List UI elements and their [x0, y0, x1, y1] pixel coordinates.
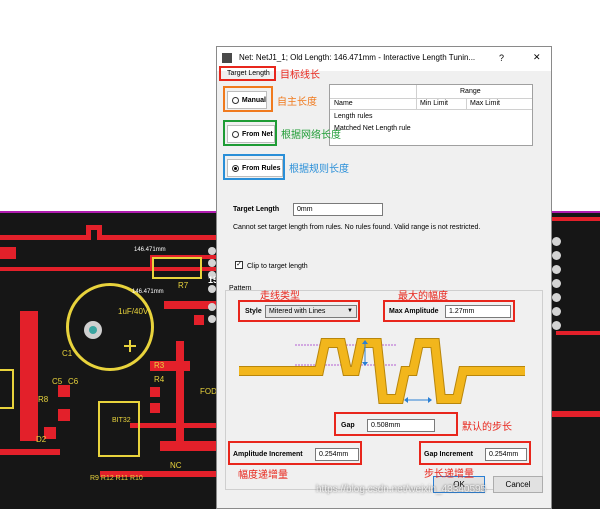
cap-value-label: 1uF/40V [118, 307, 149, 316]
length-label: 146.471mm [134, 247, 166, 253]
watermark: https://blog.csdn.net/weixin_43340595 [316, 484, 487, 495]
smd-pad [58, 385, 70, 397]
column-header-name[interactable]: Name [334, 100, 353, 107]
pad [208, 303, 216, 311]
column-header-min[interactable]: Min Limit [420, 100, 448, 107]
from-rules-highlight [223, 154, 285, 180]
clip-label: Clip to target length [247, 263, 308, 270]
meander-preview [239, 338, 525, 404]
ref-bit32: BIT32 [112, 417, 131, 424]
pad [552, 251, 561, 260]
annotation-manual: 自主长度 [277, 97, 317, 108]
table-divider [466, 98, 467, 109]
dialog-title: Net: NetJ1_1; Old Length: 146.471mm - In… [239, 53, 476, 62]
cancel-button[interactable]: Cancel [493, 476, 543, 493]
annotation-from-net: 根据网络长度 [281, 130, 341, 141]
table-divider [330, 98, 532, 99]
smd-pad [58, 409, 70, 421]
smd-pad [150, 403, 160, 413]
pcb-trace [130, 423, 216, 428]
pad [208, 247, 216, 255]
ref-r8: R8 [38, 395, 49, 404]
pcb-trace [552, 411, 600, 417]
ref-c1: C1 [62, 349, 73, 358]
pcb-trace [97, 235, 217, 240]
app-icon [222, 53, 232, 63]
ref-c5: C5 [52, 377, 63, 386]
target-length-input[interactable]: 0mm [293, 203, 383, 216]
silkscreen-box [152, 257, 202, 279]
ref-fod: FOD [200, 387, 217, 396]
pad [552, 237, 561, 246]
pad [552, 279, 561, 288]
close-button[interactable]: ✕ [533, 52, 541, 63]
pcb-trace [0, 235, 88, 240]
pad [552, 265, 561, 274]
range-header: Range [460, 88, 481, 95]
column-header-max[interactable]: Max Limit [470, 100, 500, 107]
table-row[interactable]: Length rules [334, 113, 373, 120]
cap-silkscreen-ring [66, 283, 154, 371]
amplitude-increment-highlight [228, 441, 362, 465]
smd-pad [194, 315, 204, 325]
annotation-target-length: 目标线长 [280, 70, 320, 81]
table-row[interactable]: Matched Net Length rule [334, 125, 411, 132]
max-amplitude-highlight [383, 300, 515, 322]
pcb-trace [160, 441, 216, 451]
pad [208, 285, 216, 293]
arrow-head [404, 397, 408, 403]
bottom-refs: R9 R12 R11 R10 [90, 475, 143, 482]
pad [208, 315, 216, 323]
ref-r3: R3 [154, 361, 165, 370]
pad [552, 307, 561, 316]
pad [552, 321, 561, 330]
pad [552, 293, 561, 302]
length-tuning-dialog: Net: NetJ1_1; Old Length: 146.471mm - In… [216, 46, 552, 509]
ref-c6: C6 [68, 377, 79, 386]
clip-checkbox[interactable]: ✓ [235, 261, 243, 269]
ref-r4: R4 [154, 375, 165, 384]
table-divider [416, 85, 417, 109]
silkscreen-box [98, 401, 140, 457]
table-divider [330, 109, 532, 110]
ref-r7: R7 [178, 281, 189, 290]
target-length-highlight [219, 66, 276, 81]
pad [208, 259, 216, 267]
target-length-label: Target Length [233, 206, 280, 213]
arrow-head [428, 397, 432, 403]
cap-pad-hole [89, 326, 97, 334]
pcb-trace [0, 449, 60, 455]
annotation-gap: 默认的步长 [462, 422, 512, 433]
ref-d2: D2 [36, 435, 47, 444]
pcb-trace [0, 247, 16, 259]
gap-increment-highlight [419, 441, 531, 465]
annotation-gap-increment: 步长递增量 [424, 469, 474, 480]
arrow-head [362, 362, 368, 366]
annotation-amplitude-increment: 幅度递增量 [238, 470, 288, 481]
manual-highlight [223, 86, 273, 112]
rules-message: Cannot set target length from rules. No … [233, 224, 481, 231]
plus-sign [129, 340, 131, 352]
ref-nc: NC [170, 461, 182, 470]
rules-table: Range Name Min Limit Max Limit Length ru… [329, 84, 533, 146]
help-button[interactable]: ? [499, 53, 504, 63]
silkscreen-box [0, 369, 14, 409]
pcb-trace [556, 331, 600, 335]
annotation-from-rules: 根据规则长度 [289, 164, 349, 175]
pcb-trace [552, 217, 600, 221]
style-highlight [238, 300, 360, 322]
length-label: 146.471mm [132, 289, 164, 295]
pcb-trace [20, 311, 38, 441]
gap-highlight [334, 412, 458, 436]
from-net-highlight [223, 120, 277, 146]
smd-pad [150, 387, 160, 397]
